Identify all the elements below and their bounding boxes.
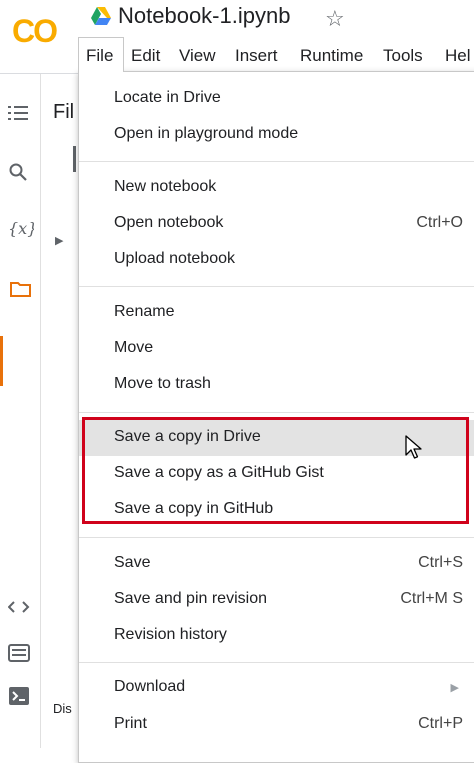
menu-item-rename[interactable]: Rename — [79, 295, 474, 331]
menu-item-shortcut: Ctrl+M S — [400, 590, 463, 607]
star-icon[interactable]: ☆ — [325, 6, 345, 32]
files-panel-title: Fil — [53, 101, 75, 123]
svg-text:{𝑥}: {𝑥} — [8, 219, 34, 238]
menu-separator — [79, 161, 474, 162]
menu-item-save-and-pin-revision[interactable]: Save and pin revision Ctrl+M S — [79, 582, 474, 618]
menu-item-label: Revision history — [114, 626, 227, 643]
menu-edit[interactable]: Edit — [131, 46, 160, 66]
table-of-contents-icon[interactable] — [8, 104, 30, 122]
disk-status: Dis — [53, 701, 72, 716]
menu-item-label: New notebook — [114, 178, 217, 195]
expand-caret-icon[interactable]: ▶ — [55, 234, 63, 247]
highlight-box — [82, 417, 469, 524]
menu-item-save[interactable]: Save Ctrl+S — [79, 546, 474, 582]
left-rail: {𝑥} — [0, 74, 40, 748]
menu-item-label: Open in playground mode — [114, 125, 299, 142]
menu-item-open-notebook[interactable]: Open notebook Ctrl+O — [79, 206, 474, 242]
menu-item-shortcut: Ctrl+O — [416, 214, 463, 231]
active-indicator — [0, 336, 3, 386]
menu-help[interactable]: Hel — [445, 46, 471, 66]
colab-logo-text: CO — [12, 13, 57, 48]
menu-runtime[interactable]: Runtime — [300, 46, 363, 66]
menu-item-locate-in-drive[interactable]: Locate in Drive — [79, 81, 474, 117]
menu-item-label: Upload notebook — [114, 250, 235, 267]
variables-icon[interactable]: {𝑥} — [8, 218, 34, 240]
menu-item-label: Move — [114, 339, 154, 356]
files-toolbar-mark — [73, 146, 76, 172]
menu-separator — [79, 662, 474, 663]
folder-icon[interactable] — [10, 280, 32, 298]
menu-separator — [79, 412, 474, 413]
menu-separator — [79, 286, 474, 287]
menu-item-download[interactable]: Download ▶ — [79, 670, 474, 706]
menu-insert[interactable]: Insert — [235, 46, 278, 66]
menu-item-revision-history[interactable]: Revision history — [79, 618, 474, 654]
google-drive-icon — [91, 7, 111, 25]
menu-item-label: Download — [114, 678, 186, 695]
mouse-pointer-icon — [405, 435, 422, 459]
terminal-icon[interactable] — [8, 686, 30, 706]
code-snippets-icon[interactable] — [8, 600, 30, 614]
menu-item-move-to-trash[interactable]: Move to trash — [79, 367, 474, 403]
menu-item-label: Rename — [114, 303, 175, 320]
command-palette-icon[interactable] — [8, 644, 30, 662]
menu-separator — [79, 537, 474, 538]
menu-item-label: Save and pin revision — [114, 590, 267, 607]
menu-file[interactable]: File — [78, 37, 124, 72]
menu-item-shortcut: Ctrl+S — [418, 554, 463, 571]
menu-item-open-in-playground[interactable]: Open in playground mode — [79, 117, 474, 153]
submenu-arrow-icon: ▶ — [450, 682, 459, 694]
menu-view[interactable]: View — [179, 46, 216, 66]
rail-divider — [40, 74, 41, 748]
menu-tools[interactable]: Tools — [383, 46, 423, 66]
menu-item-label: Print — [114, 715, 147, 732]
menu-item-move[interactable]: Move — [79, 331, 474, 367]
menu-item-label: Open notebook — [114, 214, 224, 231]
menu-item-label: Save — [114, 554, 151, 571]
notebook-title[interactable]: Notebook-1.ipynb — [118, 3, 290, 29]
colab-logo[interactable]: CO — [10, 12, 68, 48]
search-icon[interactable] — [8, 162, 28, 182]
menu-item-upload-notebook[interactable]: Upload notebook — [79, 242, 474, 278]
menu-item-print[interactable]: Print Ctrl+P — [79, 707, 474, 743]
menu-bar: Edit View Insert Runtime Tools Hel — [78, 38, 474, 72]
menu-file-label: File — [86, 46, 114, 65]
menu-item-new-notebook[interactable]: New notebook — [79, 170, 474, 206]
menu-item-label: Locate in Drive — [114, 89, 221, 106]
menu-item-shortcut: Ctrl+P — [418, 715, 463, 732]
menu-item-label: Move to trash — [114, 375, 211, 392]
